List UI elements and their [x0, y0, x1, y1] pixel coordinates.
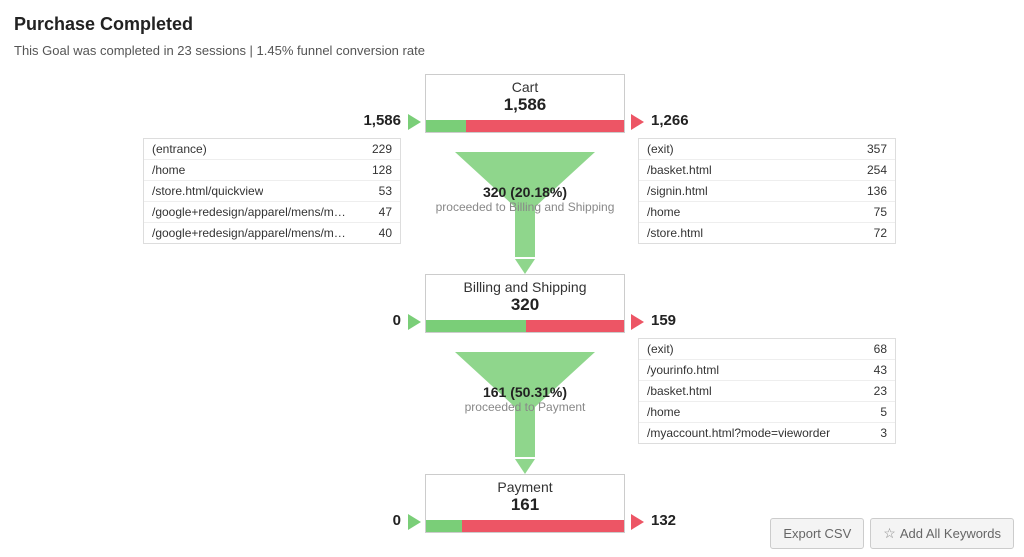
- step-count: 320: [426, 295, 624, 315]
- add-all-keywords-label: Add All Keywords: [900, 526, 1001, 541]
- flow-sub: proceeded to Billing and Shipping: [425, 200, 625, 214]
- step-out-count: 132: [651, 512, 676, 529]
- star-icon: ☆: [883, 525, 896, 542]
- step-box: Cart 1,586: [425, 74, 625, 133]
- funnel-step: 1,586 Cart 1,586 1,266 (entrance)229 /ho…: [0, 74, 1024, 154]
- step-box: Billing and Shipping 320: [425, 274, 625, 333]
- funnel-diagram: 1,586 Cart 1,586 1,266 (entrance)229 /ho…: [0, 74, 1024, 554]
- step-out-count: 159: [651, 312, 676, 329]
- flow-count: 161 (50.31%): [425, 384, 625, 400]
- arrow-out-icon: [631, 114, 644, 130]
- arrow-in-icon: [408, 114, 421, 130]
- add-all-keywords-button[interactable]: ☆ Add All Keywords: [870, 518, 1014, 549]
- export-csv-button[interactable]: Export CSV: [770, 518, 864, 549]
- step-name: Billing and Shipping: [426, 279, 624, 295]
- step-bar: [426, 320, 624, 332]
- flow-sub: proceeded to Payment: [425, 400, 625, 414]
- arrow-out-icon: [631, 514, 644, 530]
- arrow-out-icon: [631, 314, 644, 330]
- funnel-flow: 320 (20.18%) proceeded to Billing and Sh…: [0, 154, 1024, 274]
- step-in-count: 0: [393, 312, 401, 329]
- step-count: 161: [426, 495, 624, 515]
- step-in-count: 0: [393, 512, 401, 529]
- funnel-flow: 161 (50.31%) proceeded to Payment: [0, 354, 1024, 474]
- page-title: Purchase Completed: [14, 14, 1010, 35]
- step-bar: [426, 120, 624, 132]
- funnel-step: 0 Billing and Shipping 320 159 (exit)68 …: [0, 274, 1024, 354]
- arrow-in-icon: [408, 314, 421, 330]
- step-bar: [426, 520, 624, 532]
- step-in-count: 1,586: [363, 112, 401, 129]
- page-subtitle: This Goal was completed in 23 sessions |…: [14, 43, 1010, 58]
- step-out-count: 1,266: [651, 112, 689, 129]
- flow-arrow-icon: [515, 459, 535, 474]
- step-name: Payment: [426, 479, 624, 495]
- flow-count: 320 (20.18%): [425, 184, 625, 200]
- step-box: Payment 161: [425, 474, 625, 533]
- step-count: 1,586: [426, 95, 624, 115]
- step-name: Cart: [426, 79, 624, 95]
- arrow-in-icon: [408, 514, 421, 530]
- flow-arrow-icon: [515, 259, 535, 274]
